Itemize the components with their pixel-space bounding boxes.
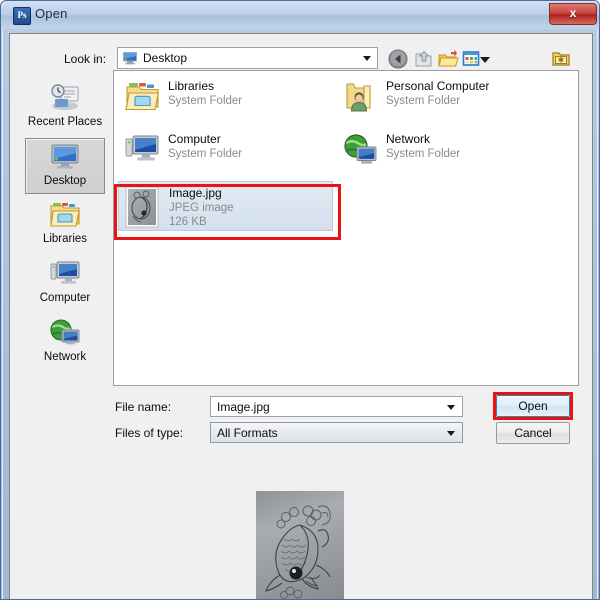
chevron-down-icon[interactable] [363, 56, 371, 61]
network-globe-icon [50, 319, 80, 345]
jpeg-thumbnail-icon [125, 186, 159, 228]
sidebar-item-network[interactable]: Network [25, 315, 105, 371]
user-folder-icon [346, 83, 371, 112]
back-arrow-icon[interactable] [387, 48, 409, 70]
sidebar-item-desktop[interactable]: Desktop [25, 138, 105, 194]
sidebar-item-label: Computer [39, 292, 91, 304]
views-chevron-down-icon[interactable] [479, 48, 491, 70]
file-type: System Folder [386, 148, 461, 160]
open-dialog-window: Ps Open x Look in: Desktop ✱ Recent Plac… [0, 0, 600, 600]
photoshop-ps-icon: Ps [13, 7, 31, 25]
window-title: Open [35, 6, 68, 21]
sidebar-item-computer[interactable]: Computer [25, 256, 105, 312]
file-name: Personal Computer [386, 79, 490, 93]
file-name-label: File name: [115, 400, 172, 414]
computer-monitor-icon [125, 135, 159, 161]
file-name: Image.jpg [169, 186, 222, 200]
chevron-down-icon[interactable] [447, 431, 455, 436]
files-of-type-select[interactable]: All Formats [210, 422, 463, 443]
file-list-pane[interactable]: Libraries System Folder Personal Compute… [113, 70, 579, 386]
close-icon[interactable]: x [549, 3, 597, 25]
yellow-folder-star-icon[interactable]: ✱ [550, 48, 572, 70]
chevron-down-icon[interactable] [447, 405, 455, 410]
file-list-item-image-jpg[interactable]: Image.jpg JPEG image 126 KB [118, 181, 333, 231]
libraries-folder-icon [50, 203, 80, 227]
file-list-item-network[interactable]: Network System Folder [336, 128, 551, 172]
sidebar-item-libraries[interactable]: Libraries [25, 197, 105, 253]
files-of-type-value: All Formats [217, 426, 278, 440]
file-list-item-libraries[interactable]: Libraries System Folder [118, 75, 333, 119]
file-list-item-computer[interactable]: Computer System Folder [118, 128, 333, 172]
computer-monitor-icon [50, 261, 80, 284]
sidebar-item-label: Network [43, 351, 87, 363]
new-folder-icon[interactable] [437, 48, 459, 70]
file-type: System Folder [386, 95, 461, 107]
libraries-folder-icon [125, 83, 160, 111]
file-size: 126 KB [169, 216, 207, 228]
files-of-type-label: Files of type: [115, 426, 184, 440]
file-name: Libraries [168, 79, 215, 93]
title-bar[interactable]: Ps Open x [1, 1, 599, 29]
sidebar-item-recent-places[interactable]: Recent Places [25, 80, 105, 136]
desktop-monitor-icon [51, 144, 79, 169]
recent-places-icon [51, 84, 79, 110]
up-folder-arrow-icon[interactable] [413, 48, 435, 70]
look-in-combobox[interactable]: Desktop [117, 47, 378, 69]
file-name: Computer [168, 132, 221, 146]
file-type: JPEG image [169, 202, 234, 214]
file-type: System Folder [168, 148, 243, 160]
open-button[interactable]: Open [496, 395, 570, 417]
image-preview [256, 491, 344, 599]
file-list-item-personal-computer[interactable]: Personal Computer System Folder [336, 75, 551, 119]
desktop-monitor-icon [123, 52, 137, 65]
cancel-button[interactable]: Cancel [496, 422, 570, 444]
look-in-label: Look in: [64, 52, 107, 66]
sidebar-item-label: Desktop [43, 175, 87, 187]
file-name-value: Image.jpg [217, 400, 270, 414]
sidebar-item-label: Libraries [42, 233, 88, 245]
places-bar: Recent Places Desktop Libraries Computer… [20, 78, 110, 386]
look-in-value: Desktop [143, 51, 188, 65]
file-name: Network [386, 132, 431, 146]
file-name-input[interactable]: Image.jpg [210, 396, 463, 417]
sidebar-item-label: Recent Places [27, 116, 103, 128]
svg-text:✱: ✱ [558, 56, 565, 65]
koi-fish-sketch [265, 505, 331, 599]
network-globe-icon [344, 134, 377, 164]
file-type: System Folder [168, 95, 243, 107]
